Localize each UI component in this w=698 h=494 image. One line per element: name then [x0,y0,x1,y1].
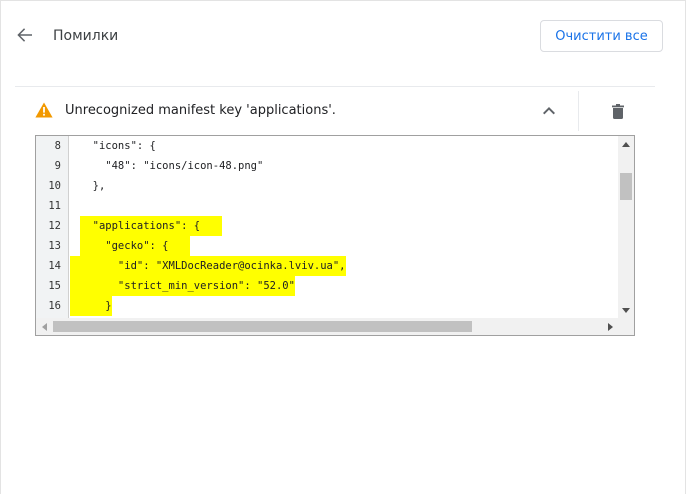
line-number: 15 [48,280,61,292]
scroll-down-arrow-icon[interactable] [618,302,634,318]
scroll-up-arrow-icon[interactable] [618,136,634,152]
page-title: Помилки [53,28,119,44]
code-text: "icons": { [80,140,156,152]
code-line: 16 } [36,296,618,316]
scroll-right-arrow-icon[interactable] [602,318,618,335]
line-number: 10 [48,180,61,192]
code-text: "applications": { [80,216,201,236]
code-line: 15 "strict_min_version": "52.0" [36,276,618,296]
code-line: 10 }, [36,176,618,196]
scroll-left-arrow-icon[interactable] [36,318,52,335]
code-line: 8 "icons": { [36,136,618,156]
error-entry: Unrecognized manifest key 'applications'… [15,91,655,131]
action-separator [578,91,579,131]
code-text: } [80,296,112,316]
line-number: 11 [48,200,61,212]
warning-icon [35,102,53,118]
line-number: 9 [54,160,61,172]
trash-icon [612,103,624,119]
chevron-up-icon [543,107,555,115]
line-number: 14 [48,260,61,272]
delete-button[interactable] [608,101,628,121]
code-viewer: 8 "icons": {9 "48": "icons/icon-48.png" 1… [35,135,635,336]
header-divider [15,86,655,87]
line-number: 16 [48,300,61,312]
horizontal-scrollbar[interactable] [36,318,618,335]
back-button[interactable] [13,23,37,47]
code-text: "48": "icons/icon-48.png" [80,160,264,172]
code-lines: 8 "icons": {9 "48": "icons/icon-48.png" 1… [36,136,618,318]
collapse-button[interactable] [539,101,559,121]
code-line: 9 "48": "icons/icon-48.png" [36,156,618,176]
code-line: 14 "id": "XMLDocReader@ocinka.lviv.ua", [36,256,618,276]
code-line: 11 [36,196,618,216]
line-number: 12 [48,220,61,232]
code-text: "id": "XMLDocReader@ocinka.lviv.ua", [80,256,346,276]
line-number: 8 [54,140,61,152]
vertical-scroll-thumb[interactable] [620,173,632,200]
code-text: }, [80,180,106,192]
errors-page: Помилки Очистити все Unrecognized manife… [0,0,686,494]
code-line: 12 "applications": { [36,216,618,236]
arrow-back-icon [17,28,32,42]
clear-all-button[interactable]: Очистити все [540,20,663,52]
horizontal-scroll-thumb[interactable] [53,321,472,332]
vertical-scrollbar[interactable] [618,136,634,318]
code-text: "gecko": { [80,236,169,256]
code-text: "strict_min_version": "52.0" [80,276,295,296]
code-line: 13 "gecko": { [36,236,618,256]
error-message: Unrecognized manifest key 'applications'… [65,103,336,118]
scrollbar-corner [618,318,634,335]
page-header: Помилки Очистити все [1,1,687,71]
line-number: 13 [48,240,61,252]
